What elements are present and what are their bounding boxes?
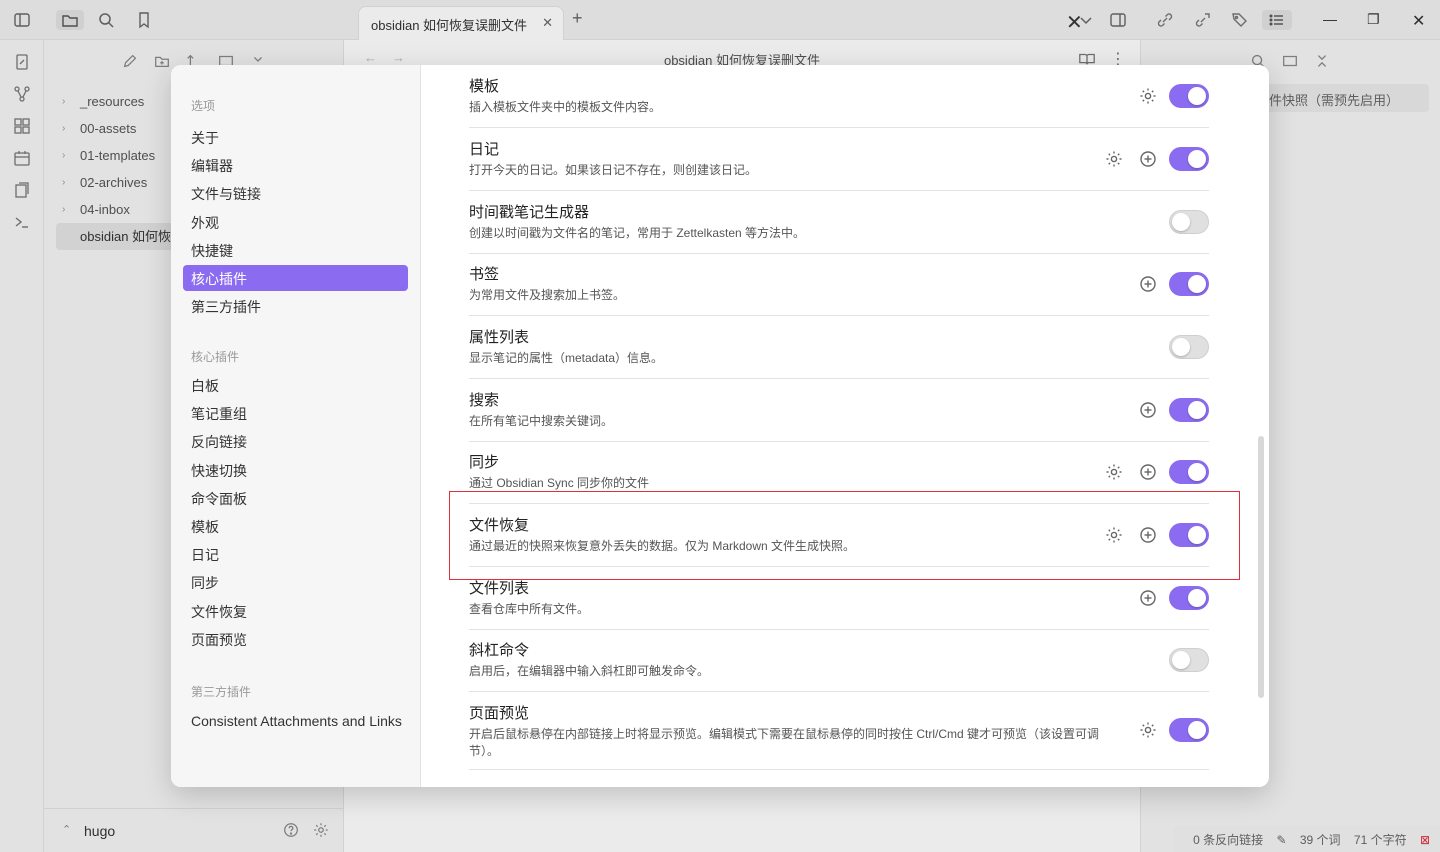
plugin-toggle[interactable] [1169,84,1209,108]
plugin-toggle[interactable] [1169,460,1209,484]
plugin-name: 文件列表 [469,580,530,597]
plugin-description: 查看仓库中所有文件。 [469,602,590,616]
settings-sidebar: 选项 关于 编辑器 文件与链接 外观 快捷键 核心插件 第三方插件 核心插件 白板 笔记重组反… [171,65,421,787]
plugin-toggle[interactable] [1169,335,1209,359]
plugin-description: 打开今天的日记。如果该日记不存在，则创建该日记。 [469,163,758,177]
plugin-row: 属性列表显示笔记的属性（metadata）信息。 [469,316,1209,379]
plugin-row: 书签为常用文件及搜索加上书签。 [469,253,1209,316]
scrollbar[interactable] [1258,436,1264,698]
plus-circle-icon[interactable] [1138,588,1158,608]
plugin-name: 斜杠命令 [469,642,530,659]
plugin-row: 搜索在所有笔记中搜索关键词。 [469,379,1209,442]
plugin-description: 启用后，在编辑器中输入斜杠即可触发命令。 [469,664,710,678]
settings-nav-option[interactable]: 外观 [183,209,408,235]
toggle-knob [1188,589,1206,607]
plugin-name: 书签 [469,266,500,283]
highlight-annotation [449,491,1240,580]
plugin-name: 时间戳笔记生成器 [469,204,590,221]
toggle-knob [1188,87,1206,105]
close-icon[interactable]: ✕ [1066,10,1083,35]
settings-nav-core[interactable]: 反向链接 [183,428,408,454]
settings-nav-option[interactable]: 快捷键 [183,237,408,263]
settings-nav-core[interactable]: 页面预览 [183,626,408,652]
gear-icon[interactable] [1138,86,1158,106]
gear-icon[interactable] [1104,149,1124,169]
plugin-description: 在所有笔记中搜索关键词。 [469,414,614,428]
settings-nav-core[interactable]: 白板 [183,372,408,398]
plugin-description: 开启后鼠标悬停在内部链接上时将显示预览。编辑模式下需要在鼠标悬停的同时按住 Ct… [469,727,1100,758]
plugin-description: 显示笔记的属性（metadata）信息。 [469,351,664,365]
toggle-knob [1188,463,1206,481]
plugin-name: 页面预览 [469,705,530,722]
plugin-name: 同步 [469,454,500,471]
toggle-knob [1188,275,1206,293]
plugin-toggle[interactable] [1169,398,1209,422]
plugin-name: 模板 [469,78,500,95]
plugin-toggle[interactable] [1169,210,1209,234]
plus-circle-icon[interactable] [1138,462,1158,482]
section-title-options: 选项 [191,99,216,113]
plugin-row: 日记打开今天的日记。如果该日记不存在，则创建该日记。 [469,128,1209,191]
plugin-toggle[interactable] [1169,272,1209,296]
toggle-knob [1172,651,1190,669]
section-title-third: 第三方插件 [191,685,252,699]
toggle-knob [1188,401,1206,419]
plugin-toggle[interactable] [1169,586,1209,610]
settings-nav-core[interactable]: 文件恢复 [183,598,408,624]
plus-circle-icon[interactable] [1138,274,1158,294]
toggle-knob [1188,150,1206,168]
plugin-name: 属性列表 [469,329,530,346]
settings-nav-core[interactable]: 快速切换 [183,457,408,483]
plugin-row: 斜杠命令启用后，在编辑器中输入斜杠即可触发命令。 [469,629,1209,692]
plugin-row: 时间戳笔记生成器创建以时间戳为文件名的笔记，常用于 Zettelkasten 等… [469,191,1209,254]
toggle-knob [1172,338,1190,356]
plugin-name: 搜索 [469,392,500,409]
gear-icon[interactable] [1104,462,1124,482]
plugin-toggle[interactable] [1169,147,1209,171]
settings-nav-option[interactable]: 关于 [183,124,408,150]
plugin-toggle[interactable] [1169,718,1209,742]
plus-circle-icon[interactable] [1138,149,1158,169]
settings-nav-option[interactable]: 编辑器 [183,152,408,178]
settings-nav-core[interactable]: 笔记重组 [183,400,408,426]
plugin-row: 页面预览开启后鼠标悬停在内部链接上时将显示预览。编辑模式下需要在鼠标悬停的同时按… [469,692,1209,770]
plugin-row: 模板插入模板文件夹中的模板文件内容。 [469,65,1209,128]
plugin-name: 日记 [469,141,500,158]
settings-nav-option[interactable]: 核心插件 [183,265,408,291]
plugin-toggle[interactable] [1169,648,1209,672]
toggle-knob [1188,721,1206,739]
settings-nav-core[interactable]: 同步 [183,569,408,595]
plugin-description: 插入模板文件夹中的模板文件内容。 [469,100,662,114]
plus-circle-icon[interactable] [1138,400,1158,420]
plugin-description: 通过 Obsidian Sync 同步你的文件 [469,476,650,490]
plugin-description: 创建以时间戳为文件名的笔记，常用于 Zettelkasten 等方法中。 [469,226,806,240]
toggle-knob [1172,213,1190,231]
settings-nav-option[interactable]: 文件与链接 [183,180,408,206]
settings-nav-third[interactable]: Consistent Attachments and Links [183,709,408,735]
section-title-core: 核心插件 [191,350,240,364]
settings-nav-core[interactable]: 日记 [183,541,408,567]
settings-nav-core[interactable]: 命令面板 [183,485,408,511]
settings-nav-option[interactable]: 第三方插件 [183,293,408,319]
gear-icon[interactable] [1138,720,1158,740]
settings-nav-core[interactable]: 模板 [183,513,408,539]
plugin-description: 为常用文件及搜索加上书签。 [469,288,626,302]
